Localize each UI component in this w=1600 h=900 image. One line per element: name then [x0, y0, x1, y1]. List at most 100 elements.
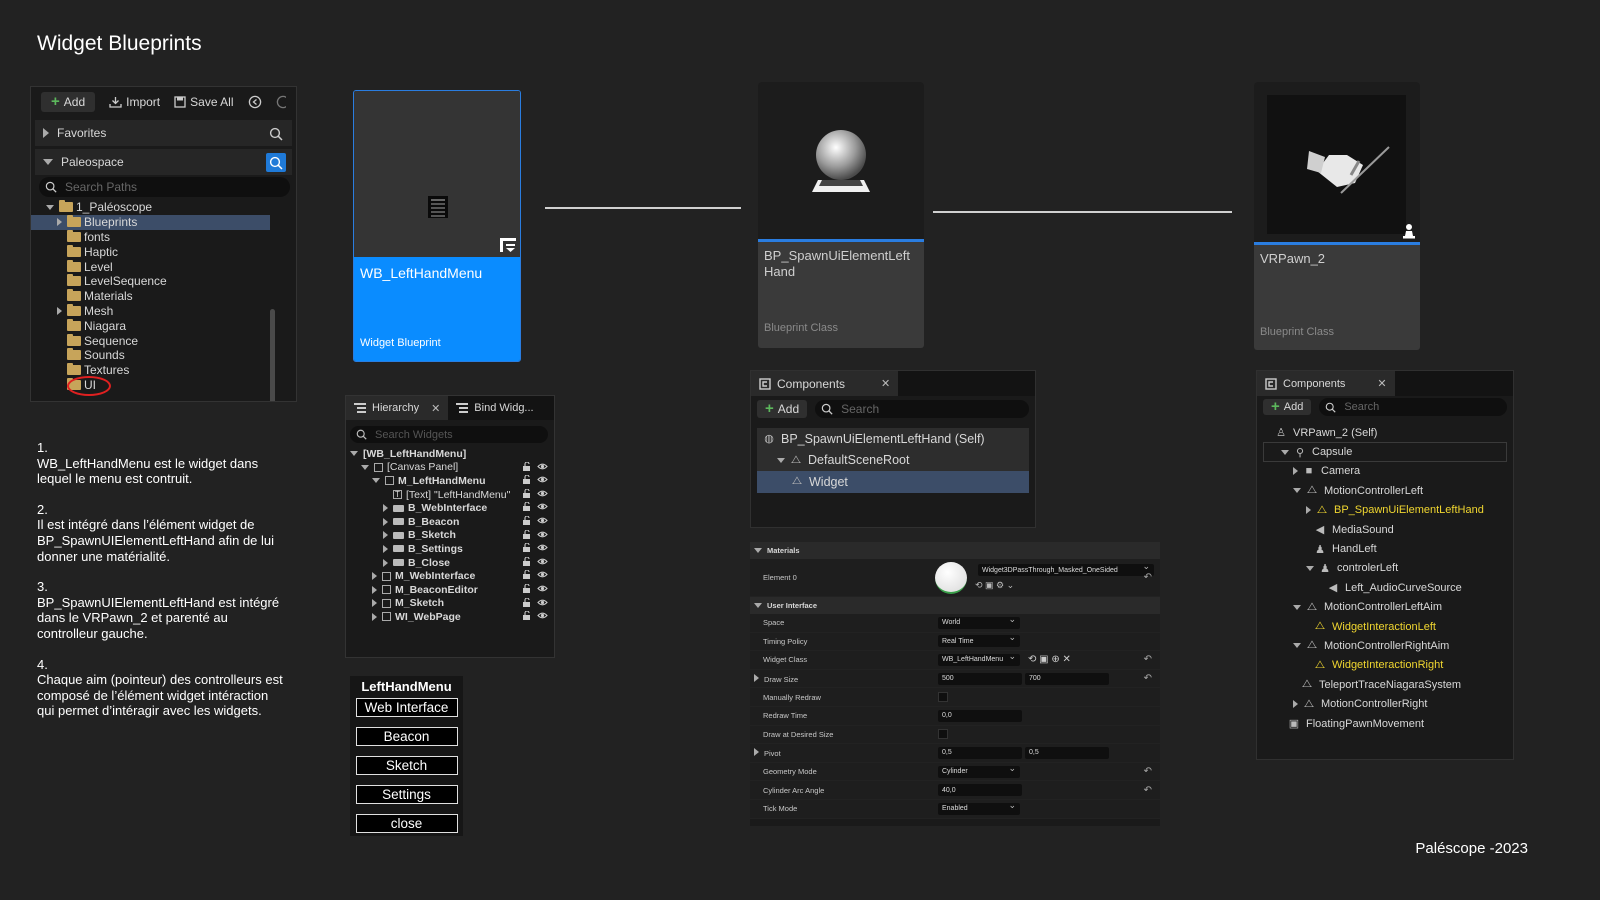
visibility-eye-icon[interactable]: [537, 598, 548, 607]
unlock-icon[interactable]: [522, 488, 531, 498]
reset-icon[interactable]: ↶: [1144, 654, 1152, 665]
folder-item[interactable]: LevelSequence: [31, 274, 296, 289]
component-item[interactable]: ⧍ MotionControllerLeft: [1263, 481, 1507, 500]
visibility-eye-icon[interactable]: [537, 462, 548, 471]
menu-button[interactable]: close: [355, 814, 458, 833]
widget-tree-item[interactable]: M_Sketch: [346, 597, 554, 611]
widget-class-dropdown[interactable]: WB_LeftHandMenu: [938, 651, 1020, 666]
menu-button[interactable]: Beacon: [355, 727, 458, 746]
collapsed-arrow-icon[interactable]: [1293, 700, 1298, 709]
folder-item[interactable]: Mesh: [31, 303, 296, 319]
favorites-section[interactable]: Favorites: [35, 120, 292, 146]
property-value[interactable]: 40,0: [938, 784, 1022, 797]
component-item[interactable]: ⚲ Capsule: [1263, 442, 1507, 462]
component-item[interactable]: ⧍ Widget: [757, 471, 1029, 493]
unlock-icon[interactable]: [522, 556, 531, 566]
component-item[interactable]: ⧍ DefaultSceneRoot: [757, 449, 1029, 471]
component-item[interactable]: ▣ FloatingPawnMovement: [1263, 714, 1507, 733]
category-user-interface[interactable]: User Interface: [750, 597, 1160, 614]
import-button[interactable]: Import: [109, 95, 160, 109]
property-checkbox[interactable]: [938, 729, 948, 740]
menu-button[interactable]: Settings: [355, 785, 458, 804]
widget-tree-item[interactable]: M_BeaconEditor: [346, 583, 554, 597]
expanded-arrow-icon[interactable]: [46, 204, 54, 210]
property-checkbox[interactable]: [938, 692, 948, 703]
folder-item[interactable]: Textures: [31, 363, 296, 378]
search-paths-input[interactable]: Search Paths: [39, 177, 290, 197]
folder-item[interactable]: Blueprints: [31, 214, 270, 230]
collapsed-arrow-icon[interactable]: [383, 531, 388, 540]
visibility-eye-icon[interactable]: [537, 584, 548, 593]
visibility-eye-icon[interactable]: [537, 570, 548, 579]
widget-tree-item[interactable]: M_WebInterface: [346, 569, 554, 583]
visibility-eye-icon[interactable]: [537, 530, 548, 539]
collapsed-arrow-icon[interactable]: [1306, 506, 1311, 515]
visibility-eye-icon[interactable]: [537, 611, 548, 620]
reset-icon[interactable]: ↶: [1144, 673, 1152, 684]
component-item[interactable]: ⧍ TeleportTraceNiagaraSystem: [1263, 675, 1507, 694]
expanded-arrow-icon[interactable]: [350, 451, 358, 457]
add-component-button[interactable]: + Add: [1263, 399, 1312, 415]
category-materials[interactable]: Materials: [750, 542, 1160, 559]
collapsed-arrow-icon[interactable]: [383, 504, 388, 513]
widget-tree-item[interactable]: B_Settings: [346, 542, 554, 556]
widget-tree-item[interactable]: B_Beacon: [346, 515, 554, 529]
widget-tree-item[interactable]: [Canvas Panel]: [346, 461, 554, 475]
collapsed-arrow-icon[interactable]: [372, 572, 377, 581]
component-item[interactable]: ◀ Left_AudioCurveSource: [1263, 578, 1507, 597]
component-item[interactable]: ⧍ MotionControllerLeftAim: [1263, 598, 1507, 617]
widget-tree-item[interactable]: B_Close: [346, 556, 554, 570]
widget-tree-item[interactable]: B_Sketch: [346, 529, 554, 543]
collapsed-arrow-icon[interactable]: [1293, 467, 1298, 476]
tab-hierarchy[interactable]: Hierarchy ✕: [346, 396, 449, 420]
widget-tree-item[interactable]: B_WebInterface: [346, 501, 554, 515]
expanded-arrow-icon[interactable]: [1281, 449, 1289, 455]
property-dropdown[interactable]: World: [938, 614, 1020, 629]
add-button[interactable]: + Add: [41, 92, 96, 112]
folder-item[interactable]: Sounds: [31, 348, 296, 363]
expanded-arrow-icon[interactable]: [372, 478, 380, 484]
folder-item[interactable]: 1_Paléoscope: [31, 200, 296, 215]
search-widgets-input[interactable]: Search Widgets: [350, 426, 548, 443]
component-item[interactable]: ⧍ WidgetInteractionLeft: [1263, 617, 1507, 636]
visibility-eye-icon[interactable]: [537, 543, 548, 552]
property-value-x[interactable]: 0,5: [938, 746, 1022, 759]
unlock-icon[interactable]: [522, 515, 531, 525]
project-section[interactable]: Paleospace: [35, 149, 292, 175]
property-value-x[interactable]: 500: [938, 672, 1022, 685]
close-icon[interactable]: ✕: [881, 377, 890, 390]
folder-item[interactable]: Sequence: [31, 333, 296, 348]
history-back-icon[interactable]: [248, 95, 262, 109]
folder-item[interactable]: fonts: [31, 229, 296, 245]
search-icon[interactable]: [266, 124, 286, 143]
component-item[interactable]: ⧍ BP_SpawnUiElementLeftHand: [1263, 501, 1507, 520]
expanded-arrow-icon[interactable]: [1293, 488, 1301, 494]
unlock-icon[interactable]: [522, 583, 531, 593]
collapsed-arrow-icon[interactable]: [754, 673, 759, 682]
menu-button[interactable]: Sketch: [355, 756, 458, 775]
expanded-arrow-icon[interactable]: [361, 464, 369, 470]
collapsed-arrow-icon[interactable]: [372, 599, 377, 608]
visibility-eye-icon[interactable]: [537, 475, 548, 484]
visibility-eye-icon[interactable]: [537, 516, 548, 525]
property-value-y[interactable]: 700: [1025, 672, 1109, 685]
collapsed-arrow-icon[interactable]: [383, 544, 388, 553]
tab-components[interactable]: Components ✕: [751, 371, 899, 396]
component-item[interactable]: ■ Camera: [1263, 462, 1507, 481]
save-all-button[interactable]: Save All: [174, 95, 234, 109]
property-value-y[interactable]: 0,5: [1025, 746, 1109, 759]
tab-components[interactable]: Components ✕: [1257, 371, 1395, 396]
collapsed-arrow-icon[interactable]: [383, 558, 388, 567]
unlock-icon[interactable]: [522, 597, 531, 607]
material-thumbnail[interactable]: [935, 561, 967, 594]
expanded-arrow-icon[interactable]: [1293, 643, 1301, 649]
widget-tree-item[interactable]: M_LeftHandMenu: [346, 474, 554, 488]
component-item[interactable]: ⧍ MotionControllerRight: [1263, 694, 1507, 713]
unlock-icon[interactable]: [522, 502, 531, 512]
collapsed-arrow-icon[interactable]: [57, 306, 62, 315]
history-forward-icon[interactable]: [276, 95, 286, 109]
unlock-icon[interactable]: [522, 529, 531, 539]
expanded-arrow-icon[interactable]: [1306, 565, 1314, 571]
unlock-icon[interactable]: [522, 475, 531, 485]
material-actions-icon[interactable]: ⟲ ▣ ⚙ ⌄: [975, 580, 1154, 591]
